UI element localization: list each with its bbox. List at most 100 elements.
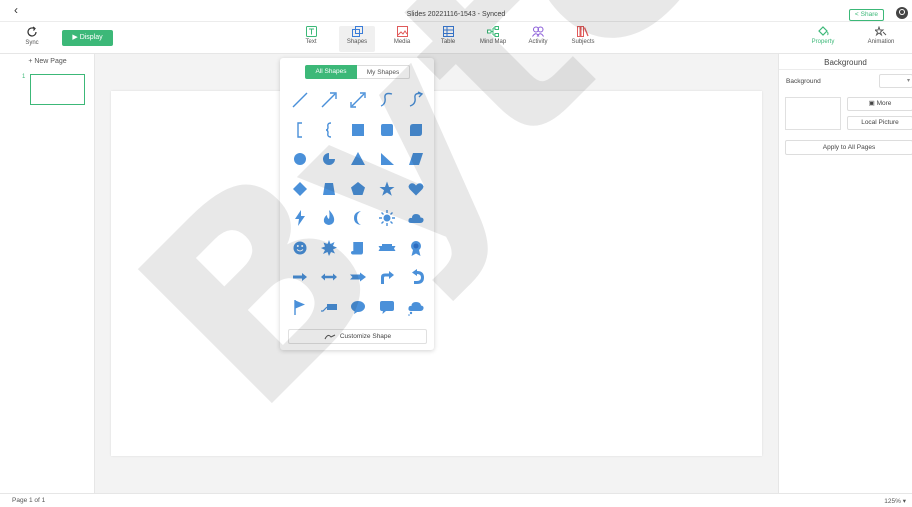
notched-arrow-icon <box>350 272 366 282</box>
shape-notched-arrow[interactable] <box>348 267 368 287</box>
curve-pen-icon <box>324 334 336 340</box>
property-button[interactable]: Property <box>804 26 842 52</box>
circle-icon <box>294 153 306 165</box>
parallelogram-icon <box>409 153 423 165</box>
new-page-button[interactable]: + New Page <box>0 58 95 65</box>
shape-callout-line[interactable] <box>319 297 339 317</box>
square-icon <box>352 123 364 136</box>
shape-flag[interactable] <box>290 297 310 317</box>
user-avatar[interactable] <box>896 7 908 19</box>
sync-label: Sync <box>25 40 39 46</box>
tool-media[interactable]: Media <box>384 26 420 52</box>
line-icon <box>292 92 308 108</box>
animation-button[interactable]: Animation <box>862 26 900 52</box>
tool-activity-label: Activity <box>528 39 548 45</box>
snipped-square-icon <box>410 123 422 136</box>
title-bar: ‹ Slides 20221116-1543 - Synced < Share <box>0 0 912 22</box>
tool-table[interactable]: Table <box>430 26 466 52</box>
shape-scroll[interactable] <box>348 238 368 258</box>
image-icon: ▣ <box>868 100 875 107</box>
shape-cloud[interactable] <box>406 208 426 228</box>
tool-table-label: Table <box>440 39 456 45</box>
shape-speech-cloud[interactable] <box>406 297 426 317</box>
shape-explosion[interactable] <box>319 238 339 258</box>
canvas-area <box>95 54 778 493</box>
scroll-icon <box>351 241 363 254</box>
display-button[interactable]: ▶ Display <box>62 30 113 46</box>
star-icon <box>379 181 395 196</box>
property-panel: Background Background ▾ ▣ More Local Pic… <box>778 54 912 493</box>
sync-button[interactable]: Sync <box>20 26 44 46</box>
page-thumbnail[interactable] <box>30 74 85 105</box>
shape-arrow-line[interactable] <box>319 90 339 110</box>
shape-pie[interactable] <box>319 149 339 169</box>
left-right-arrow-icon <box>321 273 337 281</box>
shape-flame[interactable] <box>319 208 339 228</box>
text-icon <box>305 26 317 37</box>
shape-bracket[interactable] <box>290 120 310 140</box>
shape-rounded-square[interactable] <box>377 120 397 140</box>
apply-all-pages-button[interactable]: Apply to All Pages <box>785 140 912 155</box>
background-label: Background <box>786 78 821 85</box>
tool-subjects[interactable]: Subjects <box>565 26 601 52</box>
smiley-icon <box>293 241 307 254</box>
sun-icon <box>379 210 395 226</box>
lightning-icon <box>295 210 305 226</box>
shape-snipped-square[interactable] <box>406 120 426 140</box>
shape-bent-arrow[interactable] <box>377 267 397 287</box>
tool-mind-map[interactable]: Mind Map <box>475 26 511 52</box>
shape-line[interactable] <box>290 90 310 110</box>
speech-rectangle-icon <box>380 300 394 314</box>
shape-curve[interactable] <box>377 90 397 110</box>
activity-icon <box>532 26 544 37</box>
shape-left-right-arrow[interactable] <box>319 267 339 287</box>
page-number: 1 <box>22 74 26 80</box>
pie-icon <box>323 153 335 165</box>
curved-arrow-icon <box>409 91 424 107</box>
shape-triangle[interactable] <box>348 149 368 169</box>
shape-speech-rectangle[interactable] <box>377 297 397 317</box>
shape-pentagon[interactable] <box>348 179 368 199</box>
shape-lightning[interactable] <box>290 208 310 228</box>
tool-shapes[interactable]: Shapes <box>339 26 375 52</box>
shape-speech-oval[interactable] <box>348 297 368 317</box>
tab-my-shapes[interactable]: My Shapes <box>357 65 410 79</box>
status-bar: Page 1 of 1 125% ▾ <box>0 493 912 507</box>
media-icon <box>396 26 408 37</box>
shape-sun[interactable] <box>377 208 397 228</box>
tab-all-shapes[interactable]: All Shapes <box>305 65 357 79</box>
shape-ribbon-banner[interactable] <box>377 238 397 258</box>
customize-shape-button[interactable]: Customize Shape <box>288 329 427 344</box>
tool-text[interactable]: Text <box>293 26 329 52</box>
more-button[interactable]: ▣ More <box>847 97 912 111</box>
moon-icon <box>354 211 361 225</box>
bent-arrow-icon <box>381 271 394 284</box>
zoom-select[interactable]: 125% ▾ <box>884 497 906 505</box>
shape-award-ribbon[interactable] <box>406 238 426 258</box>
shape-moon[interactable] <box>348 208 368 228</box>
shape-smiley[interactable] <box>290 238 310 258</box>
subjects-icon <box>577 26 589 37</box>
shape-double-arrow-line[interactable] <box>348 90 368 110</box>
shape-brace[interactable] <box>319 120 339 140</box>
shape-parallelogram[interactable] <box>406 149 426 169</box>
slide-canvas[interactable] <box>111 91 762 456</box>
local-picture-button[interactable]: Local Picture <box>847 116 912 130</box>
shape-circle[interactable] <box>290 149 310 169</box>
tool-subjects-label: Subjects <box>571 39 595 45</box>
shape-square[interactable] <box>348 120 368 140</box>
shape-trapezoid[interactable] <box>319 179 339 199</box>
curve-icon <box>380 92 393 107</box>
shape-heart[interactable] <box>406 179 426 199</box>
tool-activity[interactable]: Activity <box>520 26 556 52</box>
background-color-select[interactable]: ▾ <box>879 74 912 88</box>
shape-right-triangle[interactable] <box>377 149 397 169</box>
chevron-down-icon: ▾ <box>902 498 906 505</box>
shape-right-arrow[interactable] <box>290 267 310 287</box>
shape-diamond[interactable] <box>290 179 310 199</box>
shape-u-turn-arrow[interactable] <box>406 267 426 287</box>
shape-star[interactable] <box>377 179 397 199</box>
share-button[interactable]: < Share <box>848 9 884 21</box>
shape-curved-arrow[interactable] <box>406 90 426 110</box>
shapes-popup: All Shapes My Shapes Customize Shape <box>280 58 434 350</box>
